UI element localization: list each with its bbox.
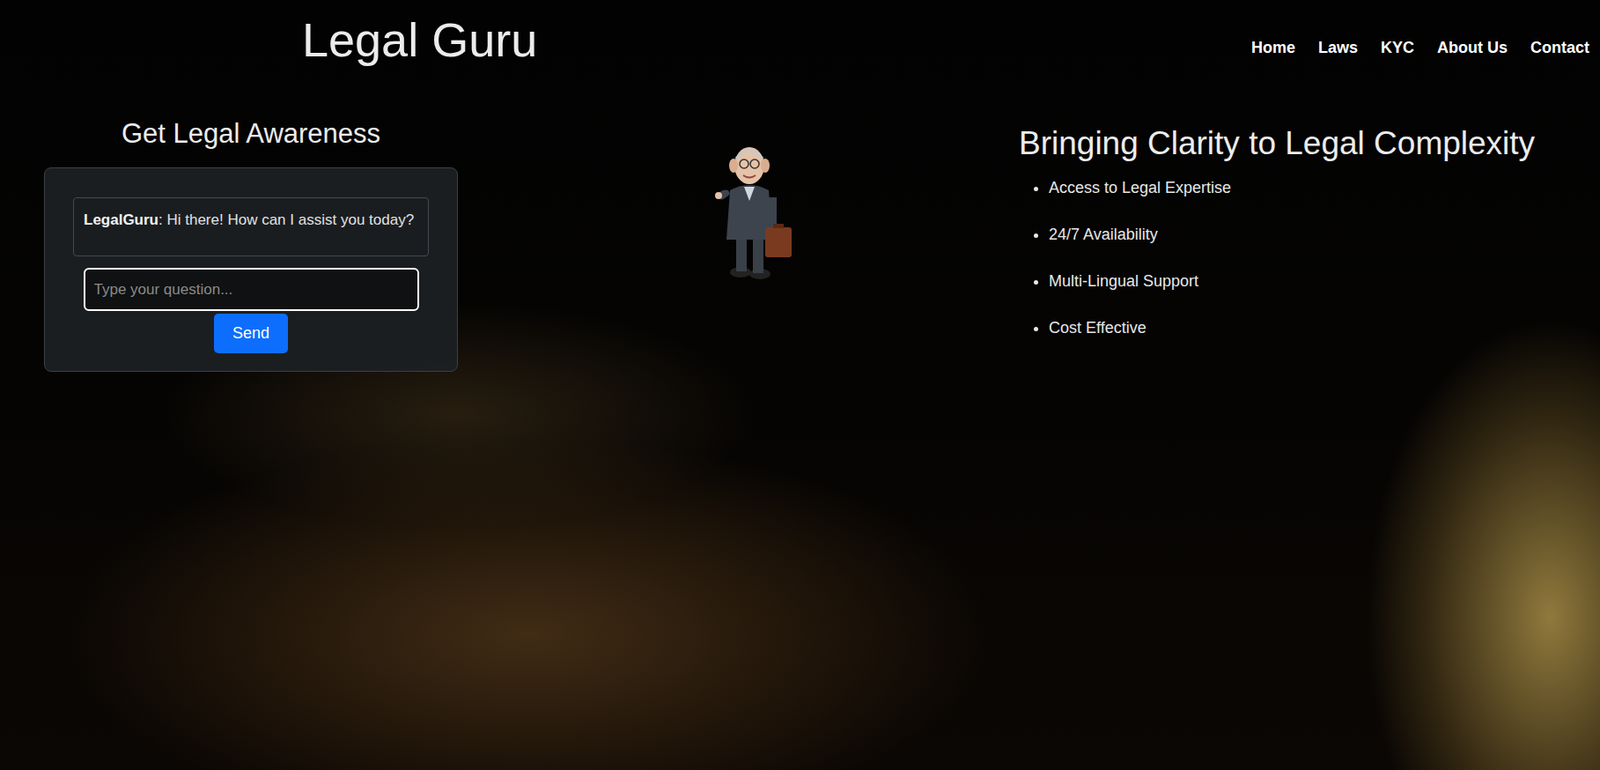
nav-link[interactable]: Contact: [1530, 38, 1590, 58]
send-button[interactable]: Send: [213, 313, 288, 354]
lawyer-mascot-icon: [714, 135, 797, 281]
feature-item: Multi-Lingual Support: [1048, 271, 1600, 291]
hero-title: Bringing Clarity to Legal Complexity: [1018, 125, 1600, 163]
page: Legal Guru Home Laws KYC About Us Contact Get …: [0, 0, 1600, 770]
feature-item: Cost Effective: [1048, 317, 1600, 338]
nav-link[interactable]: KYC: [1380, 38, 1415, 58]
nav-link[interactable]: Home: [1251, 38, 1296, 58]
hero-section: Bringing Clarity to Legal Complexity Acce…: [1018, 117, 1600, 372]
question-input[interactable]: [83, 267, 420, 311]
site-logo: Legal Guru: [302, 12, 538, 67]
nav-link[interactable]: About Us: [1437, 38, 1508, 58]
message-text: : Hi there! How can I assist you today?: [158, 211, 414, 229]
main-content: Get Legal Awareness LegalGuru: Hi there! …: [0, 66, 1600, 372]
chat-message: LegalGuru: Hi there! How can I assist yo…: [73, 197, 429, 257]
message-sender: LegalGuru: [83, 211, 159, 229]
feature-item: 24/7 Availability: [1048, 224, 1600, 244]
header: Legal Guru Home Laws KYC About Us Contact: [0, 0, 1600, 67]
mascot: [457, 117, 1019, 372]
nav-bar: Home Laws KYC About Us Contact: [1251, 12, 1590, 58]
chat-title: Get Legal Awareness: [44, 117, 458, 150]
feature-item: Access to Legal Expertise: [1048, 177, 1600, 198]
feature-list: Access to Legal Expertise 24/7 Availabili…: [1018, 177, 1600, 338]
nav-link[interactable]: Laws: [1318, 38, 1358, 58]
chat-card: LegalGuru: Hi there! How can I assist yo…: [44, 167, 458, 372]
chat-section: Get Legal Awareness LegalGuru: Hi there! …: [44, 117, 458, 372]
